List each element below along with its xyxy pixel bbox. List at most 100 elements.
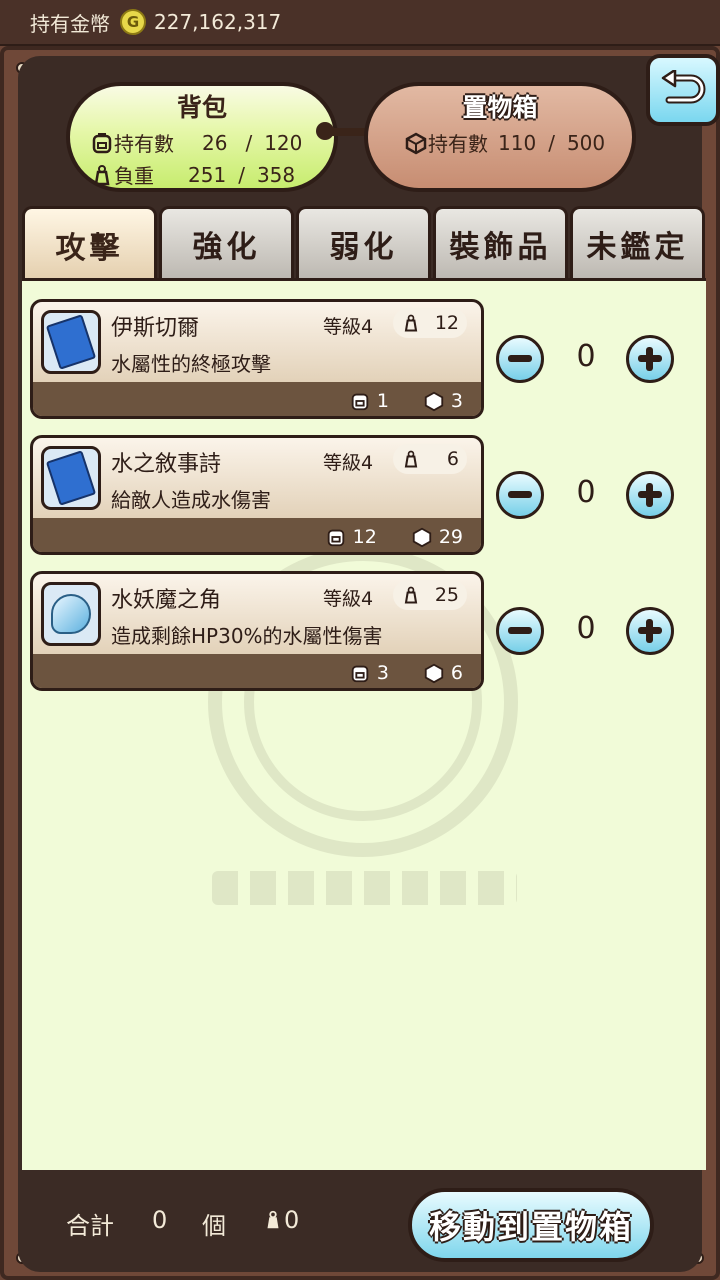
- item-weight-value: 25: [434, 584, 459, 606]
- bag-weight-sep: /: [238, 162, 245, 187]
- tab-buff[interactable]: 強化: [159, 206, 294, 278]
- storage-count: 110: [498, 130, 537, 155]
- tab-debuff[interactable]: 弱化: [296, 206, 431, 278]
- item-level: 等級4: [323, 588, 374, 610]
- item-description: 水屬性的終極攻擊: [111, 352, 271, 376]
- total-label: 合計: [66, 1212, 114, 1240]
- back-button[interactable]: [646, 54, 720, 126]
- return-arrow-icon: [661, 70, 706, 104]
- quantity-value: 0: [576, 339, 596, 374]
- bag-weight-max: 358: [256, 162, 296, 187]
- item-counts: 1 3: [349, 390, 463, 412]
- item-description: 給敵人造成水傷害: [111, 488, 271, 512]
- item-description: 造成剩餘HP30%的水屬性傷害: [111, 624, 383, 648]
- item-weight: 6: [393, 444, 467, 474]
- item-name: 水妖魔之角: [111, 588, 222, 613]
- total-unit: 個: [202, 1212, 226, 1240]
- bag-count-label: 持有數: [114, 132, 174, 156]
- minus-button[interactable]: [496, 335, 544, 383]
- item-bag-count: 12: [352, 526, 377, 548]
- weight-icon: [94, 164, 110, 185]
- bag-sep: /: [245, 130, 253, 155]
- horn-icon: [41, 582, 101, 646]
- storage-sep: /: [548, 130, 555, 155]
- backpack-icon: [351, 393, 369, 411]
- weight-icon: [404, 586, 418, 604]
- item-counts: 12 29: [325, 526, 463, 548]
- minus-icon: [508, 355, 532, 362]
- bag-weight-label: 負重: [114, 164, 154, 188]
- box-icon: [412, 527, 431, 548]
- item-weight: 12: [393, 308, 467, 338]
- bag-title: 背包: [176, 93, 227, 122]
- weight-icon: [267, 1210, 279, 1229]
- storage-count-label: 持有數: [428, 132, 488, 156]
- connector-dot: [316, 122, 334, 140]
- plus-icon: [638, 619, 662, 643]
- box-icon: [424, 391, 444, 412]
- quantity-stepper: 0: [496, 465, 676, 525]
- bag-summary: 背包 持有數 26 / 120 負重 251 / 358: [66, 82, 338, 192]
- storage-count-max: 500: [566, 130, 606, 155]
- weight-icon: [404, 314, 418, 332]
- plus-icon: [638, 483, 662, 507]
- item-box-count: 3: [450, 390, 463, 412]
- bag-count-max: 120: [264, 130, 303, 155]
- quantity-value: 0: [576, 475, 596, 510]
- tab-accessory[interactable]: 裝飾品: [433, 206, 568, 278]
- minus-button[interactable]: [496, 471, 544, 519]
- backpack-icon: [351, 665, 369, 683]
- item-bag-count: 1: [376, 390, 389, 412]
- item-box-count: 6: [450, 662, 463, 684]
- watermark-logo: [212, 871, 517, 905]
- item-counts: 3 6: [349, 662, 463, 684]
- move-to-storage-button[interactable]: 移動到置物箱: [408, 1188, 654, 1262]
- item-weight: 25: [393, 580, 467, 610]
- plus-icon: [638, 347, 662, 371]
- minus-button[interactable]: [496, 607, 544, 655]
- item-weight-value: 12: [434, 312, 459, 334]
- total-value: 0: [152, 1206, 168, 1234]
- total-weight: 0: [262, 1206, 299, 1234]
- bag-weight-row: 負重 251 / 358: [90, 160, 295, 189]
- storage-summary: 置物箱 持有數 110 / 500: [364, 82, 636, 192]
- gold-label: 持有金幣: [30, 11, 110, 36]
- plus-button[interactable]: [626, 335, 674, 383]
- book-icon: [41, 310, 101, 374]
- bag-weight: 251: [188, 162, 227, 187]
- storage-count-row: 持有數 110 / 500: [404, 128, 605, 157]
- tab-attack[interactable]: 攻擊: [22, 206, 157, 280]
- item-card[interactable]: 水妖魔之角 等級4 25 造成剩餘HP30%的水屬性傷害 3 6: [30, 571, 484, 691]
- backpack-icon: [92, 132, 112, 153]
- quantity-stepper: 0: [496, 601, 676, 661]
- gold-amount: 227,162,317: [154, 10, 282, 34]
- item-level: 等級4: [323, 316, 374, 338]
- item-box-count: 29: [438, 526, 463, 548]
- inner-panel: 背包 持有數 26 / 120 負重 251 / 358 置物箱 持有數 110…: [18, 54, 720, 1272]
- storage-title: 置物箱: [462, 93, 538, 122]
- quantity-stepper: 0: [496, 329, 676, 389]
- book-icon: [41, 446, 101, 510]
- quantity-value: 0: [576, 611, 596, 646]
- box-icon: [424, 663, 444, 684]
- backpack-icon: [327, 529, 344, 547]
- item-list[interactable]: 伊斯切爾 等級4 12 水屬性的終極攻擊 1 3 0 水之敘事詩 等級4 6 給…: [22, 278, 706, 1170]
- bag-count-row: 持有數 26 / 120: [90, 128, 302, 157]
- plus-button[interactable]: [626, 607, 674, 655]
- box-icon: [405, 132, 427, 154]
- minus-icon: [508, 627, 532, 634]
- plus-button[interactable]: [626, 471, 674, 519]
- total-weight-value: 0: [284, 1206, 300, 1234]
- item-card[interactable]: 伊斯切爾 等級4 12 水屬性的終極攻擊 1 3: [30, 299, 484, 419]
- category-tabs: 攻擊 強化 弱化 裝飾品 未鑑定: [22, 206, 710, 280]
- item-card[interactable]: 水之敘事詩 等級4 6 給敵人造成水傷害 12 29: [30, 435, 484, 555]
- item-bag-count: 3: [376, 662, 389, 684]
- footer-bar: 合計 0 個 0 移動到置物箱: [22, 1174, 706, 1270]
- item-name: 伊斯切爾: [111, 316, 200, 341]
- minus-icon: [508, 491, 532, 498]
- weight-icon: [404, 450, 418, 468]
- main-frame: 背包 持有數 26 / 120 負重 251 / 358 置物箱 持有數 110…: [0, 46, 720, 1280]
- tab-unidentified[interactable]: 未鑑定: [570, 206, 705, 278]
- gold-coin-icon: G: [120, 9, 146, 35]
- item-name: 水之敘事詩: [111, 452, 222, 477]
